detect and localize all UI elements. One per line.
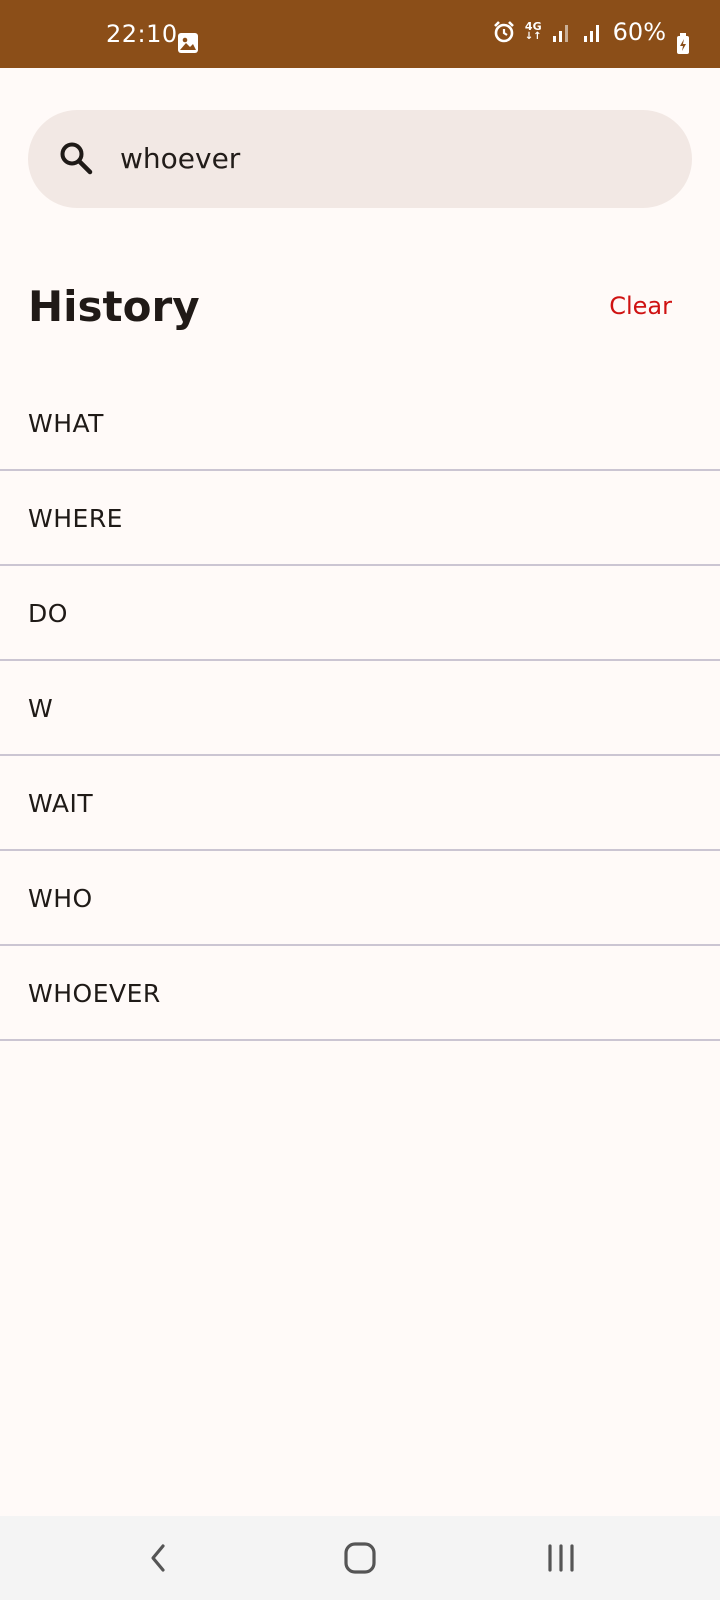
history-item-label: WHOEVER <box>28 979 161 1008</box>
battery-percentage: 60% <box>612 18 666 46</box>
history-item-label: WHO <box>28 884 93 913</box>
history-item-label: WAIT <box>28 789 94 818</box>
search-bar[interactable]: whoever <box>28 110 692 208</box>
battery-icon <box>677 33 689 54</box>
status-icons: 4G ↓↑ 60% <box>492 18 666 46</box>
home-icon[interactable] <box>342 1540 378 1576</box>
navigation-bar <box>0 1516 720 1600</box>
signal-icon <box>583 25 599 42</box>
history-item[interactable]: DO <box>0 566 720 661</box>
history-item[interactable]: W <box>0 661 720 756</box>
history-item-label: W <box>28 694 54 723</box>
history-item[interactable]: WHAT <box>0 376 720 471</box>
history-title: History <box>28 282 200 331</box>
back-icon[interactable] <box>146 1540 170 1576</box>
history-item-label: WHERE <box>28 504 123 533</box>
history-item[interactable]: WAIT <box>0 756 720 851</box>
gallery-icon <box>178 33 198 53</box>
history-item[interactable]: WHERE <box>0 471 720 566</box>
history-item-label: WHAT <box>28 409 104 438</box>
network-4g-icon: 4G ↓↑ <box>524 20 542 42</box>
clear-history-button[interactable]: Clear <box>609 292 672 320</box>
status-bar: 22:10 4G ↓↑ 60% <box>0 0 720 68</box>
history-list: WHAT WHERE DO W WAIT WHO WHOEVER <box>0 376 720 1041</box>
history-item-label: DO <box>28 599 68 628</box>
history-item[interactable]: WHO <box>0 851 720 946</box>
alarm-icon <box>493 21 514 43</box>
recents-icon[interactable] <box>546 1540 576 1576</box>
status-time: 22:10 <box>106 20 178 48</box>
search-input[interactable]: whoever <box>120 142 240 175</box>
signal-icon <box>552 25 568 42</box>
history-item[interactable]: WHOEVER <box>0 946 720 1041</box>
search-icon[interactable] <box>58 140 94 176</box>
